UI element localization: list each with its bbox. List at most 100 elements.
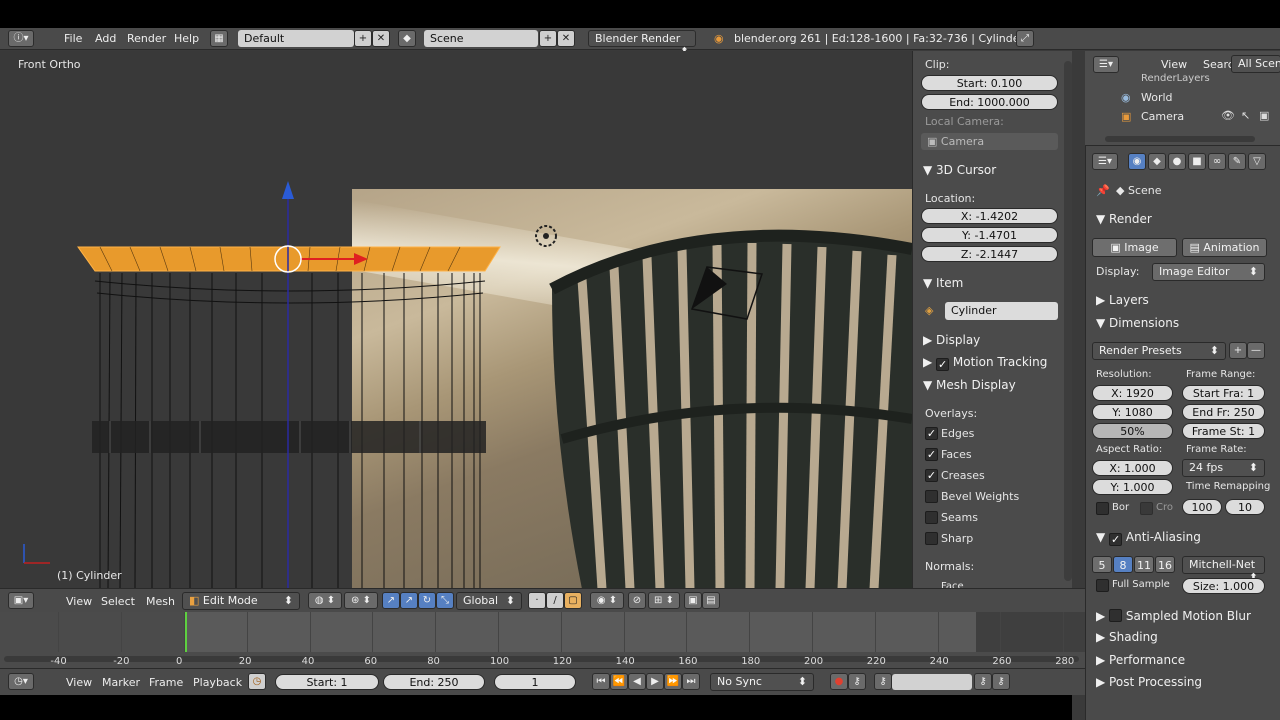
add-scene-icon[interactable]: + <box>539 30 557 47</box>
keying-set-field[interactable] <box>892 674 972 690</box>
overlay-edges-checkbox[interactable]: ✓ <box>925 427 938 440</box>
current-frame-field[interactable]: 1 <box>494 674 576 690</box>
insert-keyframe-icon[interactable]: ⚷ <box>974 673 992 690</box>
render-tab-icon[interactable]: ◉ <box>1128 153 1146 170</box>
remap-new-field[interactable]: 10 <box>1225 499 1265 515</box>
data-tab-icon[interactable]: ▽ <box>1248 153 1266 170</box>
vp-select-menu[interactable]: Select <box>101 595 135 608</box>
outliner-view-menu[interactable]: View <box>1161 58 1187 71</box>
tl-frame-menu[interactable]: Frame <box>149 676 183 689</box>
border-checkbox[interactable] <box>1096 502 1109 515</box>
menu-add[interactable]: Add <box>95 32 116 45</box>
all-scenes-select[interactable]: All Scene <box>1231 55 1280 73</box>
add-layout-icon[interactable]: + <box>354 30 372 47</box>
remove-preset-icon[interactable]: — <box>1247 342 1265 359</box>
tl-playback-menu[interactable]: Playback <box>193 676 242 689</box>
remap-old-field[interactable]: 100 <box>1182 499 1222 515</box>
jump-keyframe-forward-icon[interactable]: ⏩ <box>664 673 682 690</box>
world-tab-icon[interactable]: ● <box>1168 153 1186 170</box>
dimensions-section-header[interactable]: ▼ Dimensions <box>1096 316 1179 330</box>
timeline-scrollbar[interactable] <box>4 656 1079 662</box>
preview-range-icon[interactable]: ◷ <box>248 673 266 690</box>
outliner-scrollbar[interactable] <box>1105 136 1255 142</box>
res-x-field[interactable]: X: 1920 <box>1092 385 1173 401</box>
res-percent-field[interactable]: 50% <box>1092 423 1173 439</box>
render-camera-icon[interactable]: ▣ <box>1259 109 1269 122</box>
aspect-x-field[interactable]: X: 1.000 <box>1092 460 1173 476</box>
aa-filter-select[interactable]: Mitchell-Net⬍ <box>1182 556 1265 584</box>
render-animation-button[interactable]: ▤ Animation <box>1182 238 1267 257</box>
cursor-y-field[interactable]: Y: -1.4701 <box>921 227 1058 243</box>
menu-file[interactable]: File <box>64 32 82 45</box>
record-icon[interactable]: ● <box>830 673 848 690</box>
performance-header[interactable]: ▶ Performance <box>1096 653 1185 667</box>
render-engine-select[interactable]: Blender Render ⬍ <box>588 30 696 58</box>
3d-viewport[interactable]: Front Ortho (1) Cylinder <box>0 51 912 588</box>
scene-icon[interactable]: ◆ <box>398 30 416 47</box>
overlay-sharp-checkbox[interactable] <box>925 532 938 545</box>
mesh-display-header[interactable]: ▼ Mesh Display <box>923 378 1016 392</box>
select-arrow-icon[interactable]: ↖ <box>1241 109 1250 122</box>
end-frame-field[interactable]: End Fr: 250 <box>1182 404 1265 420</box>
motion-tracking-checkbox[interactable]: ✓ <box>936 358 950 371</box>
props-editor-icon[interactable]: ☰▾ <box>1092 153 1118 170</box>
jump-end-icon[interactable]: ⏭ <box>682 673 700 690</box>
motion-blur-header[interactable]: ▶ Sampled Motion Blur <box>1096 607 1251 623</box>
viewport-editor-icon[interactable]: ▣▾ <box>8 592 34 609</box>
keying-set-select-icon[interactable]: ⚷ <box>874 673 892 690</box>
npanel-scrollbar[interactable] <box>1064 61 1072 581</box>
face-select-icon[interactable]: ▢ <box>564 592 582 609</box>
vp-view-menu[interactable]: View <box>66 595 92 608</box>
timeline[interactable] <box>0 612 1085 668</box>
start-frame-field[interactable]: Start Fra: 1 <box>1182 385 1265 401</box>
overlay-bevel-weights-checkbox[interactable] <box>925 490 938 503</box>
orientation-select[interactable]: Global ⬍ <box>456 592 522 610</box>
start-frame-field[interactable]: Start: 1 <box>275 674 379 690</box>
tl-view-menu[interactable]: View <box>66 676 92 689</box>
aa-sample-16-button[interactable]: 16 <box>1155 556 1175 573</box>
item-name-field[interactable]: Cylinder <box>945 302 1058 320</box>
sync-select[interactable]: No Sync ⬍ <box>710 673 814 691</box>
motion-tracking-header[interactable]: ▶ ✓ Motion Tracking <box>923 355 1047 371</box>
pin-icon[interactable]: 📌 <box>1096 184 1110 197</box>
outliner-editor-icon[interactable]: ☰▾ <box>1093 56 1119 73</box>
cursor-section-header[interactable]: ▼ 3D Cursor <box>923 163 996 177</box>
layout-field[interactable]: Default <box>238 30 354 47</box>
clip-end-field[interactable]: End: 1000.000 <box>921 94 1058 110</box>
rotate-manipulator-icon[interactable]: ↻ <box>418 592 436 609</box>
scale-manipulator-icon[interactable]: ⤡ <box>436 592 454 609</box>
menu-help[interactable]: Help <box>174 32 199 45</box>
aa-sample-11-button[interactable]: 11 <box>1134 556 1154 573</box>
translate-manipulator-icon[interactable]: ↗ <box>400 592 418 609</box>
object-tab-icon[interactable]: ■ <box>1188 153 1206 170</box>
layout-icon[interactable]: ▦ <box>210 30 228 47</box>
overlay-seams-checkbox[interactable] <box>925 511 938 524</box>
outliner-item-world[interactable]: World <box>1141 91 1173 104</box>
opengl-render-icon[interactable]: ▣ <box>684 592 702 609</box>
tl-marker-menu[interactable]: Marker <box>102 676 140 689</box>
timeline-editor-icon[interactable]: ◷▾ <box>8 673 34 690</box>
item-section-header[interactable]: ▼ Item <box>923 276 963 290</box>
visibility-eye-icon[interactable]: 👁 <box>1221 109 1235 122</box>
mode-select[interactable]: ◧ Edit Mode ⬍ <box>182 592 300 610</box>
fps-select[interactable]: 24 fps ⬍ <box>1182 459 1265 477</box>
outliner-item-renderlayers[interactable]: RenderLayers <box>1141 73 1210 84</box>
cursor-x-field[interactable]: X: -1.4202 <box>921 208 1058 224</box>
render-presets-select[interactable]: Render Presets ⬍ <box>1092 342 1226 360</box>
end-frame-field[interactable]: End: 250 <box>383 674 485 690</box>
aa-sample-5-button[interactable]: 5 <box>1092 556 1112 573</box>
display-select[interactable]: Image Editor ⬍ <box>1152 263 1265 281</box>
outliner-item-camera[interactable]: Camera <box>1141 110 1184 123</box>
aspect-y-field[interactable]: Y: 1.000 <box>1092 479 1173 495</box>
display-section-header[interactable]: ▶ Display <box>923 333 980 347</box>
frame-step-field[interactable]: Frame St: 1 <box>1182 423 1265 439</box>
play-reverse-icon[interactable]: ◀ <box>628 673 646 690</box>
play-icon[interactable]: ▶ <box>646 673 664 690</box>
layers-section-header[interactable]: ▶ Layers <box>1096 293 1149 307</box>
remove-layout-icon[interactable]: ✕ <box>372 30 390 47</box>
overlay-creases-checkbox[interactable]: ✓ <box>925 469 938 482</box>
render-section-header[interactable]: ▼ Render <box>1096 212 1152 226</box>
vp-mesh-menu[interactable]: Mesh <box>146 595 175 608</box>
clip-start-field[interactable]: Start: 0.100 <box>921 75 1058 91</box>
jump-keyframe-back-icon[interactable]: ⏪ <box>610 673 628 690</box>
